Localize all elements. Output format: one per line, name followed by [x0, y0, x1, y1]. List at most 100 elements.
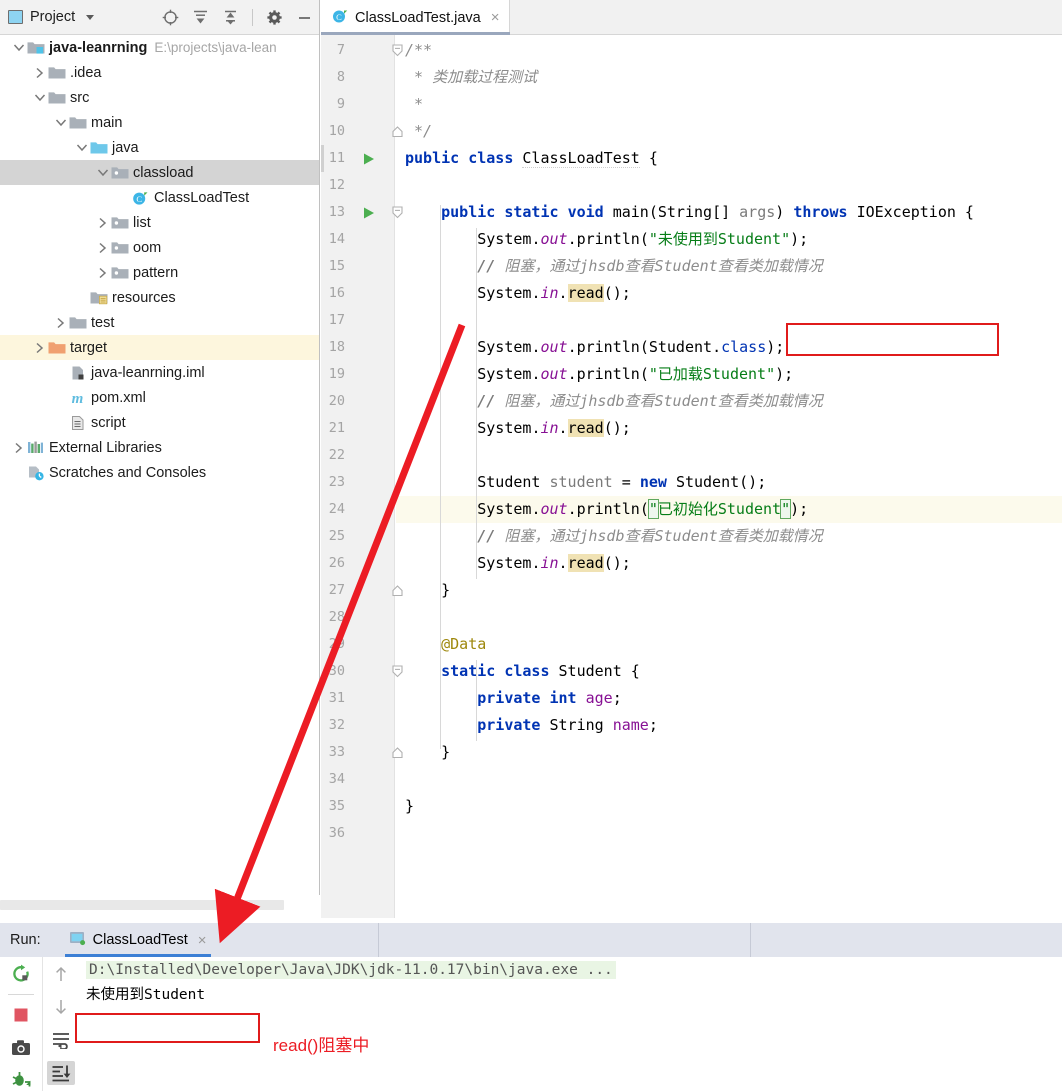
project-title-button[interactable]: Project [8, 9, 95, 25]
select-opened-file-icon[interactable] [162, 9, 179, 26]
code-line[interactable] [396, 820, 1062, 847]
code-line[interactable]: System.out.println("已加载Student"); [396, 361, 1062, 388]
tree-item-java-leanrning-iml[interactable]: java-leanrning.iml [0, 360, 319, 385]
code-line[interactable]: System.out.println(Student.class); [396, 334, 1062, 361]
code-line[interactable]: private String name; [396, 712, 1062, 739]
code-line[interactable] [396, 172, 1062, 199]
down-arrow-icon[interactable] [47, 995, 75, 1019]
up-arrow-icon[interactable] [47, 962, 75, 986]
code-line[interactable]: // 阻塞，通过jhsdb查看Student查看类加载情况 [396, 523, 1062, 550]
editor-tab-label: ClassLoadTest.java [355, 9, 481, 26]
code-line[interactable]: // 阻塞，通过jhsdb查看Student查看类加载情况 [396, 388, 1062, 415]
chevron-right-icon[interactable] [53, 317, 68, 329]
run-actions-toolbar[interactable] [0, 957, 42, 1091]
tree-item-label: target [70, 339, 108, 356]
run-gutter-icon[interactable] [362, 145, 376, 172]
code-line[interactable] [396, 442, 1062, 469]
expand-all-icon[interactable] [192, 9, 209, 26]
run-tab-classloadtest[interactable]: ClassLoadTest × [64, 923, 211, 957]
tree-item-label: resources [112, 289, 176, 306]
tree-item-test[interactable]: test [0, 310, 319, 335]
chevron-down-icon[interactable] [32, 93, 47, 102]
tree-item-oom[interactable]: oom [0, 235, 319, 260]
debug-icon[interactable] [7, 1067, 35, 1091]
camera-icon[interactable] [7, 1035, 35, 1059]
code-line[interactable]: System.out.println("未使用到Student"); [396, 226, 1062, 253]
code-line[interactable]: private int age; [396, 685, 1062, 712]
chevron-right-icon[interactable] [95, 217, 110, 229]
code-line[interactable]: Student student = new Student(); [396, 469, 1062, 496]
collapse-all-icon[interactable] [222, 9, 239, 26]
scroll-to-end-icon[interactable] [46, 1061, 75, 1085]
code-line[interactable]: } [396, 739, 1062, 766]
close-icon[interactable]: × [198, 933, 207, 948]
chevron-down-icon[interactable] [86, 14, 95, 20]
code-line[interactable]: public class ClassLoadTest { [396, 145, 1062, 172]
code-line[interactable]: */ [396, 118, 1062, 145]
chevron-down-icon[interactable] [95, 168, 110, 177]
tree-item-resources[interactable]: resources [0, 285, 319, 310]
tree-item-pom-xml[interactable]: m pom.xml [0, 385, 319, 410]
code-line[interactable]: System.in.read(); [396, 415, 1062, 442]
tree-item-java[interactable]: java [0, 135, 319, 160]
tree-item-idea[interactable]: .idea [0, 60, 319, 85]
toolbar-divider [8, 994, 34, 995]
svg-text:C: C [336, 12, 342, 22]
code-line[interactable]: System.out.println("已初始化Student"); [396, 496, 1062, 523]
code-line[interactable]: * 类加载过程测试 [396, 64, 1062, 91]
project-tree[interactable]: java-leanrning E:\projects\java-lean .idea… [0, 35, 319, 895]
line-number: 29 [328, 636, 345, 652]
tree-item-pattern[interactable]: pattern [0, 260, 319, 285]
code-line[interactable]: static class Student { [396, 658, 1062, 685]
chevron-down-icon[interactable] [11, 43, 26, 52]
code-editor[interactable]: 7 8 9 10 11 12 13 14 15 16 17 18 19 20 21 22 23 24 25 26 27 2… [321, 35, 1062, 918]
package-icon [110, 165, 129, 180]
editor-tab-classloadtest[interactable]: C ClassLoadTest.java × [321, 0, 510, 35]
editor-gutter[interactable]: 7 8 9 10 11 12 13 14 15 16 17 18 19 20 21 22 23 24 25 26 27 2… [321, 35, 403, 918]
chevron-right-icon[interactable] [95, 242, 110, 254]
code-line[interactable]: /** [396, 37, 1062, 64]
gear-icon[interactable] [266, 9, 283, 26]
line-number: 25 [328, 528, 345, 544]
run-console-toolbar[interactable] [42, 957, 78, 1091]
code-line[interactable] [396, 307, 1062, 334]
rerun-icon[interactable] [7, 962, 35, 986]
console-output-line: 未使用到Student [86, 987, 206, 1003]
chevron-down-icon[interactable] [74, 143, 89, 152]
code-line[interactable]: } [396, 793, 1062, 820]
code-line[interactable]: } [396, 577, 1062, 604]
tree-item-list[interactable]: list [0, 210, 319, 235]
minimize-icon[interactable] [296, 9, 313, 26]
code-line[interactable] [396, 766, 1062, 793]
chevron-right-icon[interactable] [32, 67, 47, 79]
code-line[interactable]: public static void main(String[] args) t… [396, 199, 1062, 226]
tree-item-target[interactable]: target [0, 335, 319, 360]
tree-item-java-leanrning[interactable]: java-leanrning E:\projects\java-lean [0, 35, 319, 60]
close-icon[interactable]: × [491, 10, 500, 25]
tree-item-scratches-and-consoles[interactable]: Scratches and Consoles [0, 460, 319, 485]
project-horizontal-scrollbar[interactable] [0, 895, 320, 918]
line-number: 8 [336, 69, 345, 85]
scrollbar-thumb[interactable] [0, 900, 284, 910]
tree-item-classload[interactable]: classload [0, 160, 319, 185]
indent-guide [440, 205, 441, 749]
tree-item-src[interactable]: src [0, 85, 319, 110]
tree-item-classloadtest[interactable]: C ClassLoadTest [0, 185, 319, 210]
soft-wrap-icon[interactable] [47, 1028, 75, 1052]
chevron-right-icon[interactable] [32, 342, 47, 354]
code-line[interactable]: // 阻塞，通过jhsdb查看Student查看类加载情况 [396, 253, 1062, 280]
code-line[interactable]: * [396, 91, 1062, 118]
code-line[interactable] [396, 604, 1062, 631]
code-content[interactable]: /** * 类加载过程测试 * */public class ClassLoad… [321, 35, 1062, 918]
run-gutter-icon[interactable] [362, 199, 376, 226]
tree-item-main[interactable]: main [0, 110, 319, 135]
tree-item-script[interactable]: script [0, 410, 319, 435]
code-line[interactable]: System.in.read(); [396, 280, 1062, 307]
stop-icon[interactable] [7, 1003, 35, 1027]
chevron-right-icon[interactable] [11, 442, 26, 454]
code-line[interactable]: @Data [396, 631, 1062, 658]
chevron-right-icon[interactable] [95, 267, 110, 279]
code-line[interactable]: System.in.read(); [396, 550, 1062, 577]
tree-item-external-libraries[interactable]: External Libraries [0, 435, 319, 460]
chevron-down-icon[interactable] [53, 118, 68, 127]
